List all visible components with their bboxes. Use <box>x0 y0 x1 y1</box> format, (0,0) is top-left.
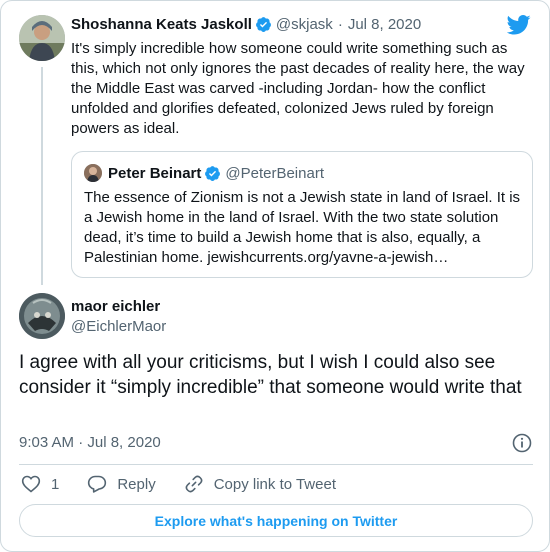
reply-button[interactable]: Reply <box>87 474 156 494</box>
thread-connector-line <box>41 67 43 285</box>
reply-author-name[interactable]: maor eichler <box>71 298 160 315</box>
original-tweet-text: It's simply incredible how someone could… <box>71 40 525 137</box>
copy-link-button[interactable]: Copy link to Tweet <box>184 474 336 494</box>
quoted-header: Peter Beinart @PeterBeinart <box>108 165 324 182</box>
quoted-tweet-text: The essence of Zionism is not a Jewish s… <box>84 189 521 266</box>
original-tweet-date[interactable]: Jul 8, 2020 <box>348 16 421 33</box>
copy-link-label: Copy link to Tweet <box>213 475 336 493</box>
actions-divider <box>19 464 533 465</box>
quoted-author-handle: @PeterBeinart <box>225 165 324 182</box>
link-icon <box>185 475 203 493</box>
reply-author-handle[interactable]: @EichlerMaor <box>71 318 166 335</box>
action-bar: 1 Reply Copy link to Tweet <box>21 474 364 494</box>
reply-bubble-icon <box>88 475 107 493</box>
original-author-handle[interactable]: @skjask <box>276 16 333 33</box>
original-author-name[interactable]: Shoshanna Keats Jaskoll <box>71 16 252 33</box>
like-count: 1 <box>51 475 60 493</box>
verified-badge-icon <box>205 166 221 181</box>
avatar-original-author[interactable] <box>19 15 65 61</box>
avatar-reply-author[interactable] <box>19 293 65 339</box>
heart-icon <box>21 475 41 493</box>
reply-label: Reply <box>117 475 156 493</box>
quoted-tweet[interactable]: Peter Beinart @PeterBeinart The essence … <box>71 151 533 278</box>
embedded-tweet-card: Shoshanna Keats Jaskoll @skjask · Jul 8,… <box>0 0 550 552</box>
like-button[interactable]: 1 <box>21 474 59 494</box>
twitter-bird-icon[interactable] <box>507 15 531 35</box>
reply-author-handle-row: @EichlerMaor <box>71 318 166 335</box>
reply-timestamp[interactable]: 9:03 AM · Jul 8, 2020 <box>19 434 161 451</box>
info-icon[interactable] <box>512 433 532 453</box>
reply-author-name-row: maor eichler <box>71 298 160 315</box>
reply-tweet-text: I agree with all your criticisms, but I … <box>19 352 522 398</box>
quoted-author-name: Peter Beinart <box>108 165 202 182</box>
verified-badge-icon <box>255 17 271 32</box>
explore-twitter-button[interactable]: Explore what's happening on Twitter <box>19 504 533 537</box>
separator-dot: · <box>337 16 343 33</box>
avatar-quoted-author <box>84 164 102 182</box>
original-header: Shoshanna Keats Jaskoll @skjask · Jul 8,… <box>71 16 421 33</box>
